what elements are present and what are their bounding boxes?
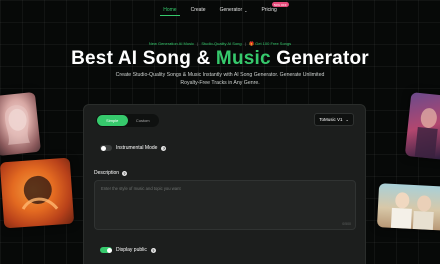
model-select[interactable]: ToMusic V1 ⌄ — [314, 113, 354, 126]
discount-badge: 50% OFF — [271, 2, 289, 7]
display-public-row: Display public ? — [100, 247, 156, 253]
cover-image-right-top — [404, 92, 440, 160]
abstract-figure — [21, 175, 59, 210]
model-select-value: ToMusic V1 — [319, 117, 343, 122]
display-public-label: Display public — [116, 247, 147, 253]
nav-generator[interactable]: Generator ⌄ — [220, 7, 248, 13]
nav-pricing[interactable]: Pricing 50% OFF — [261, 2, 289, 13]
cover-image-left-bottom — [0, 157, 75, 229]
description-label-row: Description ? — [94, 170, 128, 176]
tab-custom[interactable]: Custom — [128, 115, 159, 126]
generator-form: Simple Custom ToMusic V1 ⌄ Instrumental … — [83, 104, 366, 264]
char-counter: 0/500 — [342, 222, 351, 226]
group-figure — [390, 192, 434, 231]
gift-icon: 🎁 — [249, 41, 254, 46]
announcement-part1: New Generation AI Music — [148, 41, 194, 46]
nav-generator-label: Generator — [219, 7, 243, 13]
page-title: Best AI Song & Music Generator — [0, 48, 440, 70]
title-accent: Music — [215, 48, 271, 69]
instrumental-row: Instrumental Mode ? — [100, 145, 167, 151]
chevron-down-icon: ⌄ — [244, 7, 248, 13]
chevron-down-icon: ⌄ — [345, 117, 349, 122]
mode-tabs: Simple Custom — [96, 114, 159, 127]
announcement-part2: Studio-Quality AI Song — [201, 41, 242, 46]
display-public-toggle[interactable] — [100, 247, 112, 253]
help-icon[interactable]: ? — [122, 170, 128, 176]
nav-create-label: Create — [190, 7, 206, 13]
instrumental-toggle[interactable] — [100, 145, 112, 151]
title-part1: Best AI Song & — [71, 48, 216, 69]
instrumental-label: Instrumental Mode — [116, 145, 158, 151]
tab-simple[interactable]: Simple — [97, 115, 128, 126]
singer-figure — [414, 108, 438, 159]
description-label: Description — [94, 170, 120, 176]
announcement-part3: Get 100 Free Songs — [255, 41, 292, 46]
nav-home-label: Home — [163, 7, 177, 13]
nav-create[interactable]: Create — [191, 7, 206, 13]
nav-home[interactable]: Home — [160, 7, 181, 16]
title-part2: Generator — [270, 48, 369, 69]
help-icon[interactable]: ? — [150, 247, 156, 253]
nav-pricing-label: Pricing — [261, 7, 277, 13]
page-subtitle: Create Studio-Quality Songs & Music Inst… — [115, 72, 325, 86]
announcement-bar: New Generation AI Music | Studio-Quality… — [0, 41, 440, 46]
separator: | — [244, 41, 246, 46]
description-placeholder: Enter the style of music and topic you w… — [101, 186, 181, 191]
cover-image-right-bottom — [376, 183, 440, 231]
top-nav: Home Create Generator ⌄ Pricing 50% OFF — [0, 2, 440, 17]
description-textarea[interactable]: Enter the style of music and topic you w… — [94, 180, 356, 230]
portrait-figure — [5, 105, 31, 145]
cover-image-left-top — [0, 91, 42, 157]
separator: | — [197, 41, 199, 46]
help-icon[interactable]: ? — [161, 145, 167, 151]
